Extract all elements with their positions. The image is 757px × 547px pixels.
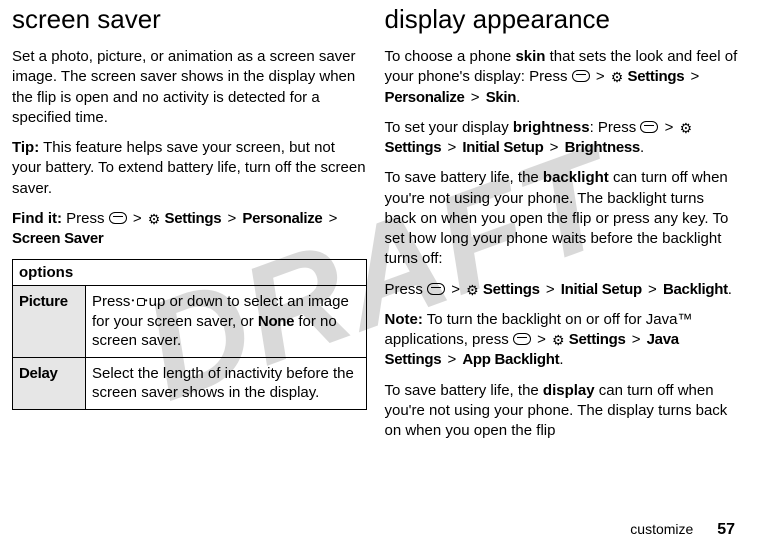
page-number: 57 xyxy=(717,521,735,538)
table-row: Picture Press up or down to select an im… xyxy=(13,286,367,358)
screensaver-intro: Set a photo, picture, or animation as a … xyxy=(12,47,367,128)
nav-settings: Settings xyxy=(627,68,684,85)
backlight-bold: backlight xyxy=(543,169,609,186)
skin-bold: skin xyxy=(515,48,545,65)
find-it-prefix: Press xyxy=(62,210,109,227)
note-label: Note: xyxy=(385,311,423,328)
nav-settings: Settings xyxy=(569,331,626,348)
sep: > xyxy=(632,331,641,348)
gear-icon: ⚙ xyxy=(552,331,565,350)
p4-prefix: Press xyxy=(385,281,428,298)
nav-app-backlight: App Backlight xyxy=(462,351,559,368)
sep: > xyxy=(447,139,456,156)
nav-settings: Settings xyxy=(385,139,442,156)
table-row: Delay Select the length of inactivity be… xyxy=(13,357,367,409)
sep: > xyxy=(537,331,546,348)
menu-key-icon xyxy=(572,70,590,82)
sep: > xyxy=(546,281,555,298)
nav-brightness: Brightness xyxy=(565,139,640,156)
sep: > xyxy=(451,281,460,298)
nav-settings: Settings xyxy=(483,281,540,298)
display-bold: display xyxy=(543,382,595,399)
right-column: display appearance To choose a phone ski… xyxy=(385,4,740,451)
option-picture-label: Picture xyxy=(13,286,86,358)
sep: > xyxy=(648,281,657,298)
menu-key-icon xyxy=(640,121,658,133)
nav-settings: Settings xyxy=(165,210,222,227)
options-table: options Picture Press up or down to sele… xyxy=(12,259,367,410)
screensaver-tip: Tip: This feature helps save your screen… xyxy=(12,138,367,199)
note-java: Note: To turn the backlight on or off fo… xyxy=(385,310,740,371)
heading-screen-saver: screen saver xyxy=(12,4,367,35)
gear-icon: ⚙ xyxy=(680,119,693,138)
p5-before: To save battery life, the xyxy=(385,382,543,399)
option-none: None xyxy=(258,313,294,330)
table-header-row: options xyxy=(13,260,367,286)
p2-after: : Press xyxy=(590,119,641,136)
nav-screen-saver: Screen Saver xyxy=(12,230,103,247)
left-column: screen saver Set a photo, picture, or an… xyxy=(12,4,367,451)
option-picture-body: Press up or down to select an image for … xyxy=(86,286,367,358)
find-it-path: Find it: Press > ⚙ Settings > Personaliz… xyxy=(12,209,367,250)
sep: > xyxy=(471,89,480,106)
sep: > xyxy=(596,68,605,85)
page-content: screen saver Set a photo, picture, or an… xyxy=(0,0,757,451)
sep: > xyxy=(329,210,338,227)
page-footer: customize 57 xyxy=(630,521,735,539)
sep: > xyxy=(447,351,456,368)
option-delay-label: Delay xyxy=(13,357,86,409)
menu-key-icon xyxy=(427,283,445,295)
skin-paragraph: To choose a phone skin that sets the loo… xyxy=(385,47,740,108)
p3-before: To save battery life, the xyxy=(385,169,543,186)
backlight-paragraph: To save battery life, the backlight can … xyxy=(385,168,740,269)
brightness-paragraph: To set your display brightness: Press > … xyxy=(385,118,740,159)
sep: > xyxy=(665,119,674,136)
display-paragraph: To save battery life, the display can tu… xyxy=(385,381,740,442)
nav-initial-setup: Initial Setup xyxy=(462,139,543,156)
sep: > xyxy=(133,210,142,227)
heading-display-appearance: display appearance xyxy=(385,4,740,35)
sep: > xyxy=(227,210,236,227)
option-delay-body: Select the length of inactivity before t… xyxy=(86,357,367,409)
nav-skin: Skin xyxy=(486,89,516,106)
menu-key-icon xyxy=(109,212,127,224)
nav-personalize: Personalize xyxy=(242,210,322,227)
nav-backlight: Backlight xyxy=(663,281,728,298)
nav-initial-setup: Initial Setup xyxy=(561,281,642,298)
menu-key-icon xyxy=(513,333,531,345)
nav-key-icon xyxy=(135,296,145,306)
gear-icon: ⚙ xyxy=(466,281,479,300)
nav-personalize: Personalize xyxy=(385,89,465,106)
tip-body: This feature helps save your screen, but… xyxy=(12,139,366,197)
gear-icon: ⚙ xyxy=(611,68,624,87)
brightness-bold: brightness xyxy=(513,119,590,136)
row1-before: Press xyxy=(92,293,135,310)
footer-section-label: customize xyxy=(630,521,693,537)
sep: > xyxy=(690,68,699,85)
tip-label: Tip: xyxy=(12,139,39,156)
sep: > xyxy=(550,139,559,156)
p1-before: To choose a phone xyxy=(385,48,516,65)
p2-before: To set your display xyxy=(385,119,513,136)
gear-icon: ⚙ xyxy=(148,210,161,229)
table-header: options xyxy=(13,260,367,286)
find-it-label: Find it: xyxy=(12,210,62,227)
backlight-path: Press > ⚙ Settings > Initial Setup > Bac… xyxy=(385,280,740,300)
